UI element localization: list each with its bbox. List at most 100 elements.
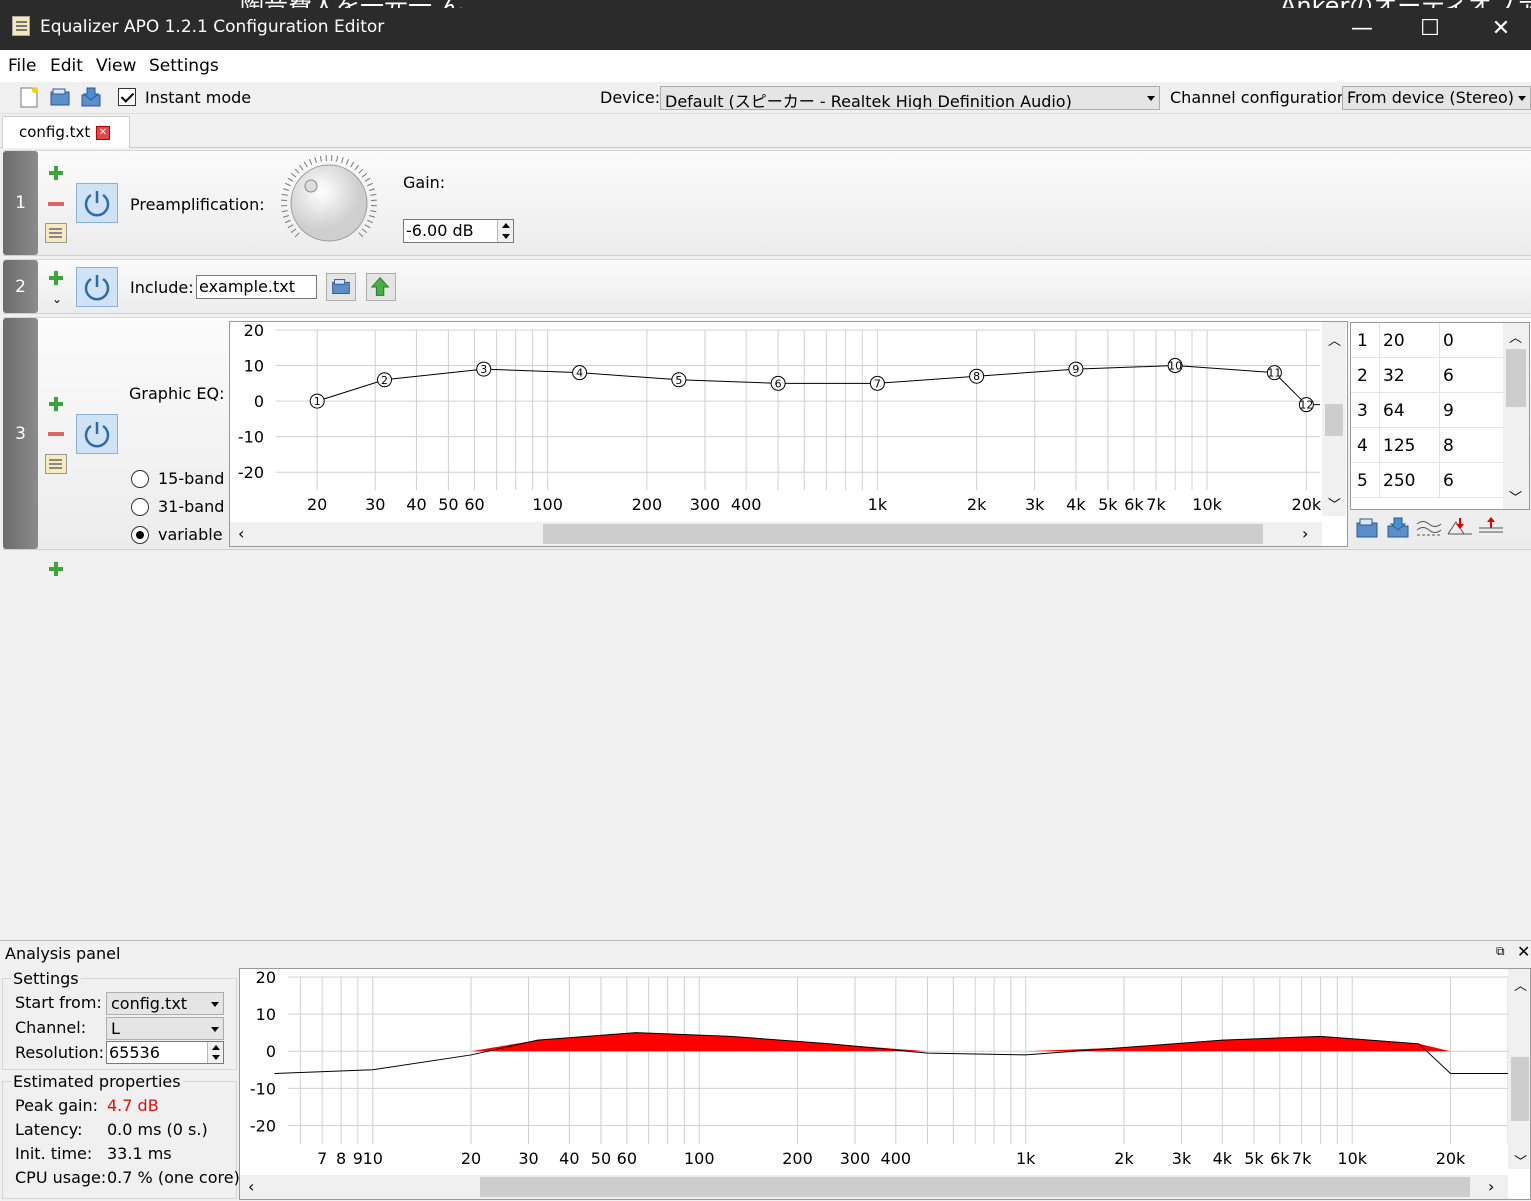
band-cell-freq[interactable]: 32	[1383, 366, 1405, 386]
band-cell-freq[interactable]: 20	[1383, 331, 1405, 351]
scroll-thumb[interactable]	[543, 524, 1263, 544]
analysis-chart[interactable]: 20100-10-207 8 9 10 20 30 40 50 60 100 200 300 400 1k…	[240, 969, 1531, 1200]
x-tick-label: 200	[782, 1149, 813, 1168]
remove-filter-icon[interactable]	[48, 432, 64, 436]
chevron-up-icon[interactable]: ︿	[1328, 330, 1341, 349]
radio-15-band[interactable]	[131, 470, 149, 488]
remove-filter-icon[interactable]	[48, 202, 64, 206]
tab-config[interactable]: config.txt ✕	[2, 116, 130, 148]
gain-spinbox[interactable]: -6.00 dB	[403, 219, 514, 243]
device-select[interactable]: Default (スピーカー - Realtek High Definition…	[660, 86, 1160, 110]
band-cell-gain[interactable]: 0	[1443, 331, 1454, 351]
radio-31-band[interactable]	[131, 498, 149, 516]
invert-curve-icon[interactable]	[1447, 516, 1473, 540]
open-include-button[interactable]	[326, 273, 356, 301]
analysis-plot[interactable]: 20 10 0 -10 -20 7 8 9 10 20 30 40 50 60 100 200 300 400 1k…	[239, 968, 1531, 1200]
maximize-button[interactable]: ☐	[1410, 10, 1450, 46]
menu-edit[interactable]: Edit	[50, 56, 83, 76]
scroll-thumb[interactable]	[1506, 349, 1526, 407]
band-cell-freq[interactable]: 64	[1383, 401, 1405, 421]
add-filter-icon[interactable]	[48, 270, 64, 286]
analysis-horizontal-scrollbar[interactable]: ‹ ›	[240, 1175, 1508, 1199]
chevron-down-icon[interactable]: ﹀	[1509, 487, 1522, 506]
chevron-up-icon[interactable]: ︿	[1509, 327, 1522, 346]
band-table-row[interactable]: 5 250 6	[1351, 463, 1503, 498]
edit-notes-icon[interactable]	[45, 223, 67, 243]
gain-knob[interactable]	[279, 153, 379, 253]
start-from-select[interactable]: config.txt	[106, 992, 224, 1015]
goto-include-button[interactable]	[366, 273, 396, 301]
chevron-right-icon[interactable]: ›	[1302, 524, 1308, 543]
power-toggle-button[interactable]	[76, 414, 118, 454]
band-table-row[interactable]: 1 20 0	[1351, 323, 1503, 358]
band-table-row[interactable]: 4 125 8	[1351, 428, 1503, 463]
spin-arrows[interactable]	[207, 1042, 223, 1063]
edit-notes-icon[interactable]	[45, 454, 67, 474]
band-cell-n[interactable]: 4	[1357, 436, 1368, 456]
export-icon[interactable]	[1386, 516, 1412, 540]
add-filter-icon[interactable]	[48, 396, 64, 412]
chevron-left-icon[interactable]: ‹	[238, 524, 244, 543]
import-icon[interactable]	[1355, 516, 1381, 540]
add-filter-icon[interactable]	[48, 561, 64, 577]
scroll-thumb[interactable]	[1511, 1057, 1529, 1121]
open-file-icon[interactable]	[49, 86, 71, 108]
minimize-button[interactable]: —	[1342, 10, 1382, 46]
band-cell-gain[interactable]: 9	[1443, 401, 1454, 421]
chevron-down-icon[interactable]: ﹀	[1328, 494, 1341, 513]
chevron-down-icon[interactable]: ﹀	[1514, 1151, 1527, 1170]
chevron-right-icon[interactable]: ›	[1488, 1177, 1494, 1196]
eq-vertical-scrollbar[interactable]: ︿ ﹀	[1322, 322, 1346, 516]
reset-curve-icon[interactable]	[1416, 516, 1442, 540]
filter-index: 2	[3, 260, 38, 313]
new-file-icon[interactable]	[18, 86, 40, 108]
graphic-eq-label: Graphic EQ:	[129, 384, 225, 403]
power-toggle-button[interactable]	[76, 267, 118, 307]
band-table-row[interactable]: 2 32 6	[1351, 358, 1503, 393]
spin-arrows[interactable]	[497, 220, 513, 242]
chevron-left-icon[interactable]: ‹	[248, 1177, 254, 1196]
analysis-vertical-scrollbar[interactable]: ︿ ﹀	[1508, 969, 1530, 1170]
channel-select[interactable]: L	[106, 1017, 224, 1040]
band-cell-n[interactable]: 2	[1357, 366, 1368, 386]
save-file-icon[interactable]	[80, 86, 102, 108]
scroll-thumb[interactable]	[1325, 404, 1343, 436]
band-cell-n[interactable]: 1	[1357, 331, 1368, 351]
close-tab-icon[interactable]: ✕	[96, 126, 110, 140]
menu-settings[interactable]: Settings	[149, 56, 219, 76]
scroll-thumb[interactable]	[480, 1177, 1470, 1197]
close-panel-icon[interactable]: ✕	[1517, 942, 1530, 961]
app-icon	[12, 16, 30, 36]
chevron-down-icon[interactable]: ⌄	[52, 292, 62, 306]
band-cell-freq[interactable]: 125	[1383, 436, 1415, 456]
power-toggle-button[interactable]	[76, 183, 118, 223]
resolution-spinbox[interactable]: 65536	[106, 1041, 224, 1064]
band-cell-n[interactable]: 5	[1357, 471, 1368, 491]
menu-file[interactable]: File	[8, 56, 36, 76]
title-bar: 陶音費人を一元一 ん Ankerのオーディオファ Equalizer APO 1…	[0, 0, 1531, 50]
close-button[interactable]: ✕	[1481, 10, 1521, 46]
normalize-curve-icon[interactable]	[1478, 516, 1504, 540]
menu-view[interactable]: View	[96, 56, 136, 76]
eq-horizontal-scrollbar[interactable]: ‹ ›	[230, 522, 1322, 546]
band-table-scrollbar[interactable]: ︿ ﹀	[1503, 323, 1529, 509]
band-table-row[interactable]: 3 64 9	[1351, 393, 1503, 428]
instant-mode-checkbox[interactable]	[118, 88, 136, 106]
chevron-up-icon[interactable]: ︿	[1514, 975, 1527, 994]
band-cell-freq[interactable]: 250	[1383, 471, 1415, 491]
estimated-group-title: Estimated properties	[11, 1072, 183, 1091]
radio-variable[interactable]	[131, 526, 149, 544]
band-cell-gain[interactable]: 8	[1443, 436, 1454, 456]
band-cell-gain[interactable]: 6	[1443, 471, 1454, 491]
band-cell-n[interactable]: 3	[1357, 401, 1368, 421]
add-filter-icon[interactable]	[48, 165, 64, 181]
band-cell-gain[interactable]: 6	[1443, 366, 1454, 386]
channel-config-select[interactable]: From device (Stereo)	[1342, 86, 1531, 110]
include-file-input[interactable]: example.txt	[196, 275, 317, 299]
analysis-settings-group: Settings Start from: config.txt Channel:…	[2, 969, 237, 1070]
eq-chart[interactable]: 20100-10-2020 30 40 50 60 100 200 300 400 1k 2k 3k 4…	[230, 322, 1348, 547]
graphic-eq-plot[interactable]: 20 10 0 -10 -20 20 30 40 50 60 100 200 300 400 1k 2k 3k 4…	[229, 321, 1348, 547]
menu-bar: File Edit View Settings	[0, 50, 1531, 82]
float-panel-icon[interactable]: ⧉	[1496, 944, 1505, 959]
x-tick-label: 300	[690, 495, 721, 514]
